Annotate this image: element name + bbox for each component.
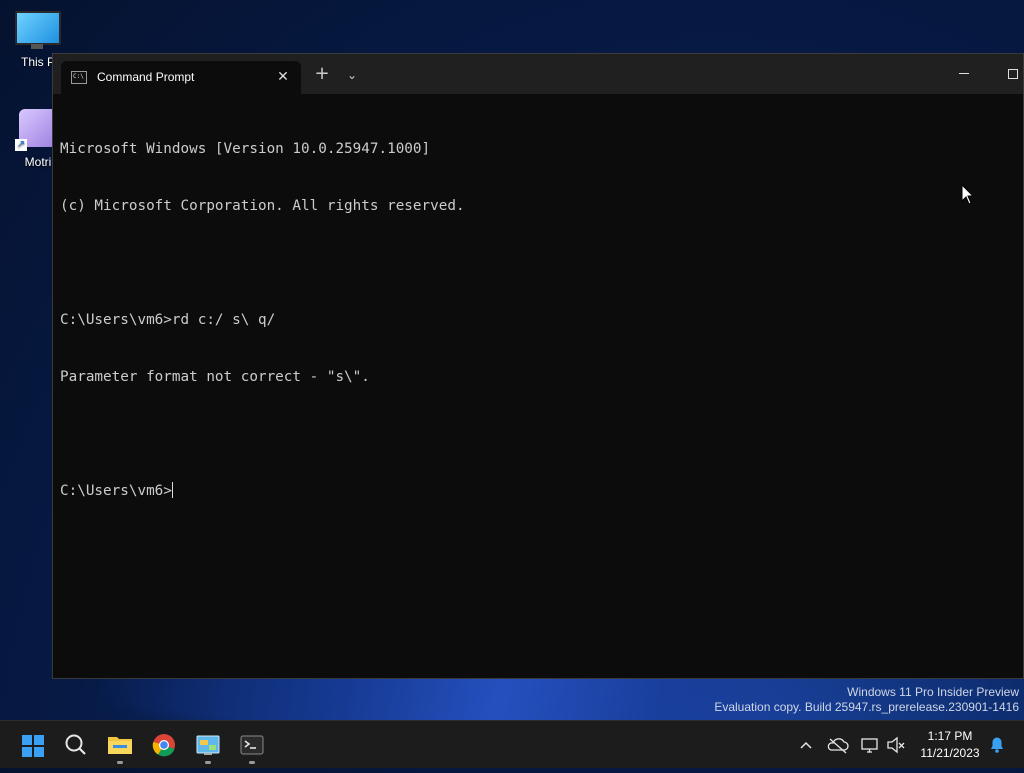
mouse-pointer-icon [961, 184, 975, 205]
chevron-up-icon [800, 741, 812, 749]
start-button[interactable] [14, 727, 50, 763]
notifications-button[interactable] [986, 721, 1008, 769]
console-line: Parameter format not correct - "s\". [60, 369, 370, 385]
cmd-icon: C:\ [71, 71, 87, 84]
terminal-window[interactable]: C:\ Command Prompt ✕ + ⌄ Microsoft Windo… [52, 53, 1024, 679]
running-indicator [249, 761, 255, 764]
network-button[interactable] [858, 721, 882, 769]
terminal-icon [240, 735, 264, 755]
terminal-button[interactable] [234, 727, 270, 764]
plus-icon[interactable]: + [311, 64, 333, 86]
clock-date: 11/21/2023 [920, 746, 980, 760]
network-icon [861, 738, 878, 753]
folder-icon [108, 737, 132, 754]
control-panel-button[interactable] [190, 727, 226, 764]
watermark-line2: Evaluation copy. Build 25947.rs_prerelea… [714, 700, 1019, 714]
file-explorer-button[interactable] [102, 727, 138, 764]
chrome-button[interactable] [146, 727, 182, 763]
tab-title: Command Prompt [97, 70, 195, 84]
console-output[interactable]: Microsoft Windows [Version 10.0.25947.10… [60, 102, 1010, 662]
taskbar: 1:17 PM 11/21/2023 [0, 720, 1024, 768]
evaluation-watermark: Windows 11 Pro Insider Preview Evaluatio… [714, 685, 1019, 715]
this-pc-icon [15, 11, 61, 49]
chrome-icon [152, 734, 175, 757]
chevron-down-icon[interactable]: ⌄ [341, 64, 363, 86]
console-line: Microsoft Windows [Version 10.0.25947.10… [60, 141, 431, 157]
maximize-icon[interactable] [999, 62, 1024, 86]
minimize-icon[interactable] [949, 62, 979, 86]
cloud-off-icon [827, 738, 849, 754]
search-icon [65, 734, 86, 755]
onedrive-button[interactable] [826, 721, 850, 769]
console-line: C:\Users\vm6>rd c:/ s\ q/ [60, 312, 276, 328]
close-icon[interactable]: ✕ [273, 67, 293, 87]
watermark-line1: Windows 11 Pro Insider Preview [847, 685, 1019, 699]
volume-button[interactable] [884, 721, 908, 769]
tab-command-prompt[interactable]: C:\ Command Prompt ✕ [61, 61, 301, 94]
bell-icon [991, 737, 1003, 753]
running-indicator [117, 761, 123, 764]
volume-muted-icon [887, 736, 905, 754]
command-prompt-line[interactable]: C:\Users\vm6> [60, 482, 1010, 501]
windows-start-icon [22, 735, 44, 757]
running-indicator [205, 761, 211, 764]
taskbar-clock[interactable]: 1:17 PM 11/21/2023 [914, 728, 986, 762]
search-button[interactable] [58, 727, 94, 763]
clock-time: 1:17 PM [927, 729, 973, 743]
control-panel-icon [196, 735, 220, 755]
text-cursor [171, 482, 173, 498]
console-line: (c) Microsoft Corporation. All rights re… [60, 198, 465, 214]
show-hidden-icons-button[interactable] [794, 721, 818, 769]
title-bar[interactable]: C:\ Command Prompt ✕ + ⌄ [53, 54, 1023, 94]
prompt-text: C:\Users\vm6> [60, 483, 172, 499]
